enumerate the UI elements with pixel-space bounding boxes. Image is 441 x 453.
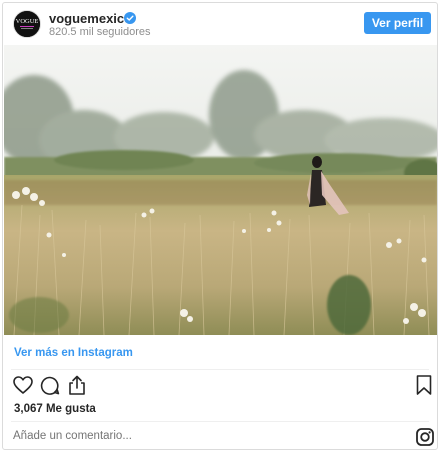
instagram-embed: VOGUE voguemexico 820.5 mil seguidores V… <box>2 2 438 450</box>
share-icon[interactable] <box>67 375 87 400</box>
avatar[interactable]: VOGUE <box>13 10 41 38</box>
divider <box>11 421 429 422</box>
username[interactable]: voguemexico <box>49 11 132 26</box>
avatar-logo-text: VOGUE <box>16 18 39 25</box>
comment-input[interactable] <box>13 430 393 442</box>
verified-icon <box>124 11 136 24</box>
bookmark-icon[interactable] <box>416 375 432 400</box>
comment-icon[interactable] <box>40 376 60 400</box>
instagram-icon[interactable] <box>416 428 434 449</box>
post-photo[interactable] <box>4 45 437 335</box>
heart-icon[interactable] <box>13 376 33 399</box>
view-profile-button[interactable]: Ver perfil <box>364 12 431 34</box>
divider <box>11 369 429 370</box>
view-more-link[interactable]: Ver más en Instagram <box>14 347 133 359</box>
like-count[interactable]: 3,067 Me gusta <box>14 403 96 415</box>
post-header: VOGUE voguemexico 820.5 mil seguidores V… <box>3 3 437 45</box>
follower-count: 820.5 mil seguidores <box>49 26 151 38</box>
